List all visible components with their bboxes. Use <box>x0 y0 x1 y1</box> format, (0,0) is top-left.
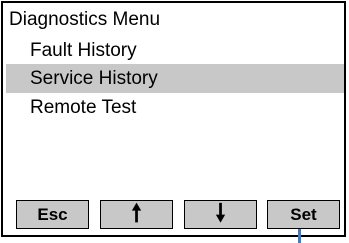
menu-item-service-history[interactable]: Service History <box>6 64 344 93</box>
diagnostics-screen: Diagnostics Menu Fault History Service H… <box>1 1 346 237</box>
menu-item-fault-history[interactable]: Fault History <box>6 36 344 65</box>
up-button[interactable]: 🠕 <box>100 200 173 229</box>
arrow-down-icon: 🠗 <box>215 200 226 227</box>
softkey-bar: Esc 🠕 🠗 Set <box>3 200 344 230</box>
esc-button[interactable]: Esc <box>16 200 89 229</box>
set-button[interactable]: Set <box>267 200 340 229</box>
menu-item-remote-test[interactable]: Remote Test <box>6 93 344 122</box>
menu-title: Diagnostics Menu <box>9 9 161 30</box>
arrow-up-icon: 🠕 <box>131 200 142 227</box>
down-button[interactable]: 🠗 <box>184 200 257 229</box>
pointer-indicator <box>298 229 301 243</box>
